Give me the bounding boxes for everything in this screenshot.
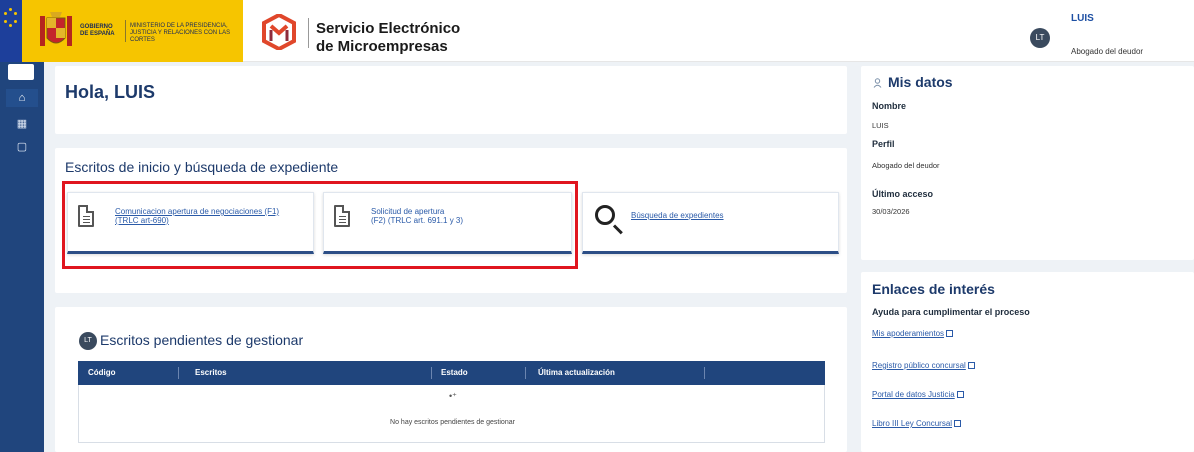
top-header: GOBIERNO DE ESPAÑA MINISTERIO DE LA PRES… — [0, 0, 1194, 62]
external-link-icon — [946, 330, 954, 337]
gobierno-label: GOBIERNO DE ESPAÑA — [80, 24, 115, 37]
perfil-label: Perfil — [872, 139, 895, 149]
page-title: Hola, LUIS — [65, 82, 156, 102]
link-label[interactable]: Registro público concursal — [872, 361, 966, 370]
sidebar-item-home[interactable]: ⌂ — [6, 89, 38, 107]
link-label[interactable]: Portal de datos Justicia — [872, 390, 955, 399]
sidebar: ⌂ ▦ ▢ — [0, 62, 44, 452]
column-separator — [525, 367, 526, 379]
column-header-escritos[interactable]: Escritos — [195, 361, 227, 385]
app-title-line2: de Microempresas — [316, 38, 448, 55]
divider — [125, 20, 126, 42]
link-label[interactable]: Libro III Ley Concursal — [872, 419, 952, 428]
column-header-ultima-actualizacion[interactable]: Última actualización — [538, 361, 615, 385]
column-separator — [431, 367, 432, 379]
calculator-icon: ▦ — [16, 118, 28, 130]
link-label[interactable]: Mis apoderamientos — [872, 329, 944, 338]
external-link-icon — [967, 362, 975, 369]
pending-title: Escritos pendientes de gestionar — [100, 332, 304, 348]
nombre-label: Nombre — [872, 101, 907, 111]
sidebar-item-documents[interactable]: ▢ — [6, 138, 38, 156]
microempresas-logo-icon — [262, 14, 296, 50]
avatar: LT — [79, 332, 97, 350]
column-separator — [704, 367, 705, 379]
external-link-icon — [954, 420, 962, 427]
eu-flag-icon — [0, 0, 22, 62]
app-title: Servicio Electrónico de Microempresas — [316, 20, 460, 56]
document-icon: ▢ — [16, 141, 28, 153]
sidebar-item-calculator[interactable]: ▦ — [6, 115, 38, 133]
search-icon — [595, 205, 615, 225]
tile-link[interactable]: Búsqueda de expedientes — [631, 211, 724, 220]
section-title: Escritos de inicio y búsqueda de expedie… — [65, 159, 339, 175]
coat-of-arms-icon — [40, 12, 72, 46]
government-banner: GOBIERNO DE ESPAÑA MINISTERIO DE LA PRES… — [0, 0, 243, 62]
greeting-card — [55, 66, 847, 134]
ultimo-acceso-value: 30/03/2026 — [872, 207, 910, 216]
link-mis-apoderamientos[interactable]: Mis apoderamientos — [872, 329, 954, 338]
highlight-box — [62, 181, 578, 269]
sidebar-logo-icon — [8, 64, 34, 80]
link-libro-iii-ley-concursal[interactable]: Libro III Ley Concursal — [872, 419, 962, 428]
user-name[interactable]: LUIS — [1071, 13, 1094, 24]
mis-datos-title: Mis datos — [888, 74, 953, 90]
external-link-icon — [956, 391, 964, 398]
column-separator — [178, 367, 179, 379]
home-icon: ⌂ — [18, 92, 26, 104]
empty-state-icon: •⁺ — [449, 391, 457, 401]
enlaces-subtitle: Ayuda para cumplimentar el proceso — [872, 307, 1030, 317]
user-icon — [873, 78, 882, 88]
link-portal-datos-justicia[interactable]: Portal de datos Justicia — [872, 390, 964, 399]
avatar[interactable]: LT — [1030, 28, 1050, 48]
column-header-codigo[interactable]: Código — [88, 361, 116, 385]
ultimo-acceso-label: Último acceso — [872, 189, 934, 199]
enlaces-title: Enlaces de interés — [872, 281, 995, 297]
nombre-value: LUIS — [872, 121, 889, 130]
empty-state-message: No hay escritos pendientes de gestionar — [390, 419, 515, 426]
link-registro-publico-concursal[interactable]: Registro público concursal — [872, 361, 975, 370]
app-title-line1: Servicio Electrónico — [316, 20, 461, 37]
table-header: Código Escritos Estado Última actualizac… — [78, 361, 825, 385]
column-header-estado[interactable]: Estado — [441, 361, 468, 385]
user-role: Abogado del deudor — [1071, 47, 1144, 56]
divider — [308, 18, 309, 48]
tile-busqueda-expedientes[interactable]: Búsqueda de expedientes — [582, 192, 839, 254]
perfil-value: Abogado del deudor — [872, 161, 940, 170]
ministerio-label: MINISTERIO DE LA PRESIDENCIA, JUSTICIA Y… — [130, 23, 231, 43]
table-body: •⁺ No hay escritos pendientes de gestion… — [78, 385, 825, 443]
